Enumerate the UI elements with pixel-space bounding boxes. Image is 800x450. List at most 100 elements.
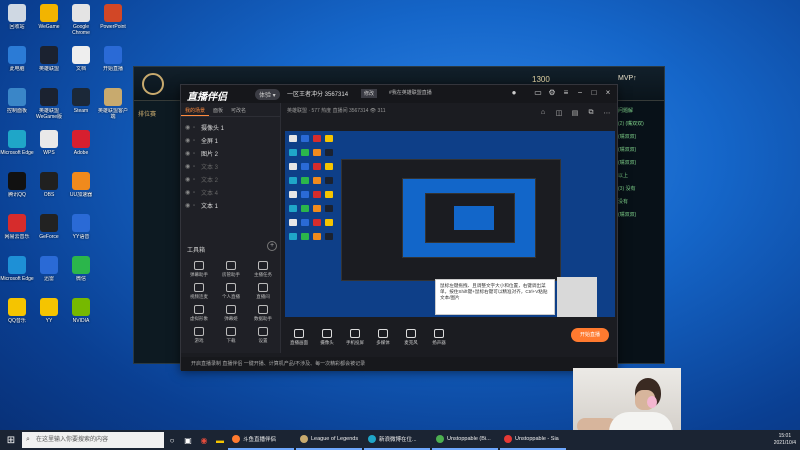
desktop-icon[interactable]: Microsoft Edge [0, 256, 34, 288]
more-icon[interactable]: ⋯ [601, 109, 613, 119]
source-item[interactable]: ◉ ▫ 全屏 1 [181, 134, 280, 147]
lock-icon[interactable]: ▫ [193, 151, 201, 157]
visibility-icon[interactable]: ◉ [185, 189, 193, 196]
tool-button[interactable]: 直播间 [247, 283, 279, 300]
bottom-action-button[interactable]: 手机投屏 [341, 328, 369, 346]
desktop-icon[interactable]: 英雄联盟 WeGame版 [32, 88, 66, 120]
tool-button[interactable]: 虚拟形象 [183, 305, 215, 322]
menu-icon[interactable]: ≡ [561, 87, 571, 99]
desktop-icon[interactable]: 腾讯QQ [0, 172, 34, 204]
desktop-icon[interactable]: Steam [64, 88, 98, 120]
tool-button[interactable]: 下载 [215, 327, 247, 344]
copy-icon[interactable]: ⧉ [585, 109, 597, 119]
league-ranked-tab[interactable]: 排位赛 [138, 109, 176, 118]
tool-button[interactable]: 数据助手 [247, 305, 279, 322]
desktop-icon[interactable]: WPS [32, 130, 66, 162]
desktop-icon[interactable]: 回收站 [0, 4, 34, 36]
taskbar-app-button[interactable]: Unstoppable - Sia [500, 430, 566, 450]
taskbar-app-button[interactable]: 斗鱼直播伴侣 [228, 430, 294, 450]
desktop-icon[interactable]: OBS [32, 172, 66, 204]
desktop-icon[interactable]: 文档 [64, 46, 98, 78]
desktop-icon[interactable]: NVIDIA [64, 298, 98, 330]
avatar-icon[interactable]: ● [509, 87, 519, 99]
lock-icon[interactable]: ▫ [193, 125, 201, 131]
source-item[interactable]: ◉ ▫ 图片 2 [181, 147, 280, 160]
source-item[interactable]: ◉ ▫ 文本 2 [181, 173, 280, 186]
desktop-icon[interactable]: GeForce [32, 214, 66, 246]
bottom-action-button[interactable]: 多媒体 [369, 328, 397, 346]
bottom-action-button[interactable]: 摄像头 [313, 328, 341, 346]
system-tray-clock[interactable]: 15:01 2021/10/4 [774, 430, 796, 450]
add-tool-icon[interactable]: + [267, 241, 277, 251]
bottom-action-button[interactable]: 直播画面 [285, 328, 313, 346]
visibility-icon[interactable]: ◉ [185, 150, 193, 157]
stream-app-window[interactable]: 直播伴侣 体验 ▾ 一区王者冲分 3567314 修改 #我在英雄联盟直播 ● … [180, 84, 618, 371]
desktop-icon[interactable]: YY [32, 298, 66, 330]
chrome-taskbar-icon[interactable]: ◉ [196, 430, 212, 450]
taskbar-app-button[interactable]: League of Legends [296, 430, 362, 450]
tool-button[interactable]: 房管助手 [215, 261, 247, 278]
tab-rename[interactable]: 可改名 [227, 103, 250, 116]
message-icon[interactable]: ▭ [533, 87, 543, 99]
taskbar-search-input[interactable]: ⌕ 在这里输入你要搜索的内容 [22, 432, 164, 448]
desktop-icon[interactable]: 迅雷 [32, 256, 66, 288]
tab-my-scenes[interactable]: 我的场景 [181, 103, 210, 116]
desktop-icon[interactable]: 网易云音乐 [0, 214, 34, 246]
desktop-icon[interactable]: 此电脑 [0, 46, 34, 78]
source-item[interactable]: ◉ ▫ 文本 3 [181, 160, 280, 173]
bottom-action-button[interactable]: 扬声器 [425, 328, 453, 346]
visibility-icon[interactable]: ◉ [185, 202, 193, 209]
visibility-icon[interactable]: ◉ [185, 176, 193, 183]
windows-start-icon[interactable]: ⊞ [0, 430, 22, 450]
taskbar-app-button[interactable]: 新浪微博在位... [364, 430, 430, 450]
edit-room-button[interactable]: 修改 [361, 89, 378, 98]
visibility-icon[interactable]: ◉ [185, 124, 193, 131]
lock-icon[interactable]: ▫ [193, 138, 201, 144]
desktop-icon[interactable]: PowerPoint [96, 4, 130, 36]
explorer-taskbar-icon[interactable]: ▬ [212, 430, 228, 450]
lock-icon[interactable]: ▫ [193, 190, 201, 196]
tool-button[interactable]: 个人直播 [215, 283, 247, 300]
settings-icon[interactable]: ⚙ [547, 87, 557, 99]
desktop-icon[interactable]: 开始直播 [96, 46, 130, 78]
desktop-icon[interactable]: 控制面板 [0, 88, 34, 120]
version-badge[interactable]: 体验 ▾ [255, 89, 280, 100]
maximize-icon[interactable]: □ [589, 87, 599, 99]
desktop-icon[interactable]: 英雄联盟 [32, 46, 66, 78]
desktop-icon[interactable]: UU加速器 [64, 172, 98, 204]
close-icon[interactable]: × [603, 87, 613, 99]
layout-icon[interactable]: ▤ [569, 109, 581, 119]
source-item[interactable]: ◉ ▫ 摄像头 1 [181, 121, 280, 134]
tool-button[interactable]: 弹幕姬 [215, 305, 247, 322]
desktop-icon[interactable]: Adobe [64, 130, 98, 162]
desktop-icon[interactable]: Google Chrome [64, 4, 98, 36]
start-stream-button[interactable]: 开始直播 [571, 328, 609, 342]
desktop-icon[interactable]: Microsoft Edge [0, 130, 34, 162]
desktop-icon[interactable]: 英雄联盟客户端 [96, 88, 130, 120]
minimize-icon[interactable]: − [575, 87, 585, 99]
tool-button[interactable]: 设置 [247, 327, 279, 344]
tool-button[interactable]: 游戏 [183, 327, 215, 344]
source-item[interactable]: ◉ ▫ 文本 1 [181, 199, 280, 212]
tool-button[interactable]: 弹幕助手 [183, 261, 215, 278]
tool-button[interactable]: 视频连麦 [183, 283, 215, 300]
taskbar-app-button[interactable]: Unstoppable (Bi... [432, 430, 498, 450]
task-view-icon[interactable]: ○ [164, 430, 180, 450]
bag-icon[interactable]: ◫ [553, 109, 565, 119]
desktop-icon[interactable]: YY语音 [64, 214, 98, 246]
desktop-icon[interactable]: WeGame [32, 4, 66, 36]
bottom-action-button[interactable]: 麦克风 [397, 328, 425, 346]
lock-icon[interactable]: ▫ [193, 164, 201, 170]
shop-icon[interactable]: ⌂ [537, 109, 549, 119]
visibility-icon[interactable]: ◉ [185, 137, 193, 144]
multitask-icon[interactable]: ▣ [180, 430, 196, 450]
source-item[interactable]: ◉ ▫ 文本 4 [181, 186, 280, 199]
desktop-icon[interactable]: 微信 [64, 256, 98, 288]
tool-button[interactable]: 主播任务 [247, 261, 279, 278]
visibility-icon[interactable]: ◉ [185, 163, 193, 170]
desktop-icon[interactable]: QQ音乐 [0, 298, 34, 330]
lock-icon[interactable]: ▫ [193, 203, 201, 209]
stream-preview[interactable]: 鼠标左键拖拽、且调整文字大小和位置，右键调出菜单，按住Shift键+鼠标右键可以… [285, 131, 615, 317]
lock-icon[interactable]: ▫ [193, 177, 201, 183]
tab-panel[interactable]: 面板 [209, 103, 227, 116]
